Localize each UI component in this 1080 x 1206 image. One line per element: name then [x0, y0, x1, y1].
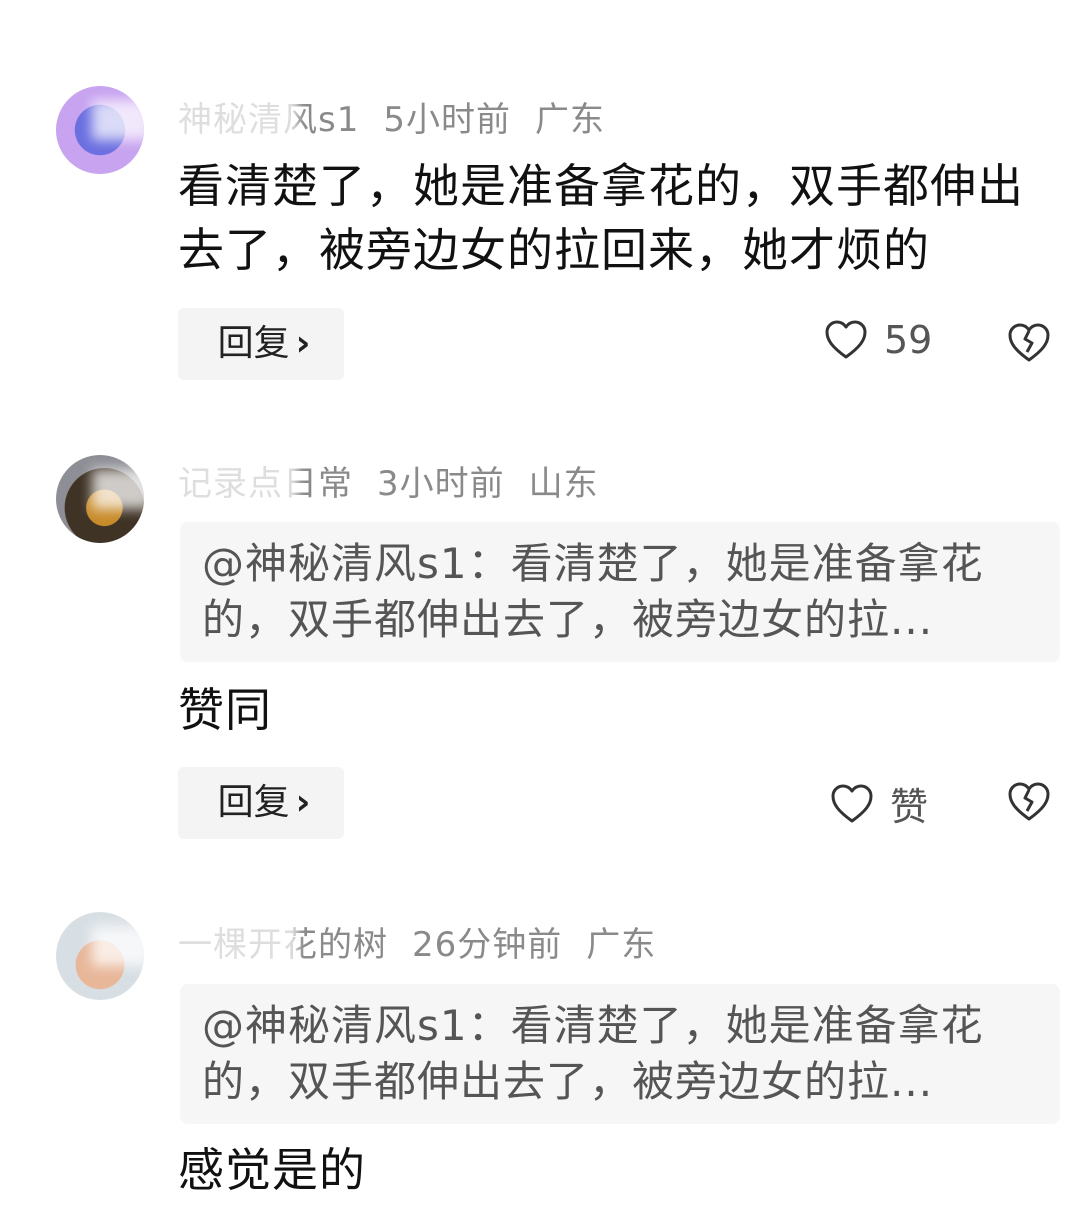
like-button[interactable]: 赞 — [830, 776, 928, 831]
reply-label: 回复 — [217, 323, 290, 364]
reply-button[interactable]: 回复 › — [178, 308, 344, 380]
avatar[interactable] — [56, 86, 144, 174]
quoted-comment[interactable]: @神秘清风s1：看清楚了，她是准备拿花的，双手都伸出去了，被旁边女的拉... — [180, 522, 1060, 662]
comment-text: 赞同 — [178, 683, 272, 737]
location: 广东 — [535, 100, 605, 140]
chevron-right-icon: › — [295, 323, 311, 364]
chevron-right-icon: › — [295, 782, 311, 823]
broken-heart-icon[interactable] — [1006, 322, 1052, 364]
comment-text: 感觉是的 — [178, 1143, 366, 1197]
timestamp: 5小时前 — [383, 100, 511, 140]
reply-label: 回复 — [217, 782, 290, 823]
comment-meta: 一棵开花的树 26分钟前 广东 — [178, 917, 656, 966]
avatar[interactable] — [56, 455, 144, 543]
broken-heart-icon[interactable] — [1006, 781, 1052, 823]
comment-meta: 记录点日常 3小时前 山东 — [178, 456, 599, 505]
location: 山东 — [528, 464, 599, 504]
username[interactable]: 记录点日常 — [178, 464, 353, 504]
avatar[interactable] — [56, 912, 144, 1000]
timestamp: 3小时前 — [377, 464, 505, 504]
comment-meta: 神秘清风s1 5小时前 广东 — [178, 92, 605, 141]
username[interactable]: 一棵开花的树 — [178, 925, 388, 965]
timestamp: 26分钟前 — [412, 925, 563, 965]
like-button[interactable]: 59 — [824, 318, 932, 362]
quoted-comment[interactable]: @神秘清风s1：看清楚了，她是准备拿花的，双手都伸出去了，被旁边女的拉... — [180, 984, 1060, 1124]
location: 广东 — [586, 925, 657, 965]
heart-outline-icon — [830, 783, 874, 825]
reply-button[interactable]: 回复 › — [178, 767, 344, 839]
comment-text: 看清楚了，她是准备拿花的，双手都伸出去了，被旁边女的拉回来，她才烦的 — [178, 159, 1024, 277]
like-count: 59 — [884, 318, 933, 362]
like-label: 赞 — [890, 785, 929, 829]
heart-outline-icon — [824, 319, 868, 361]
username[interactable]: 神秘清风s1 — [178, 100, 359, 140]
